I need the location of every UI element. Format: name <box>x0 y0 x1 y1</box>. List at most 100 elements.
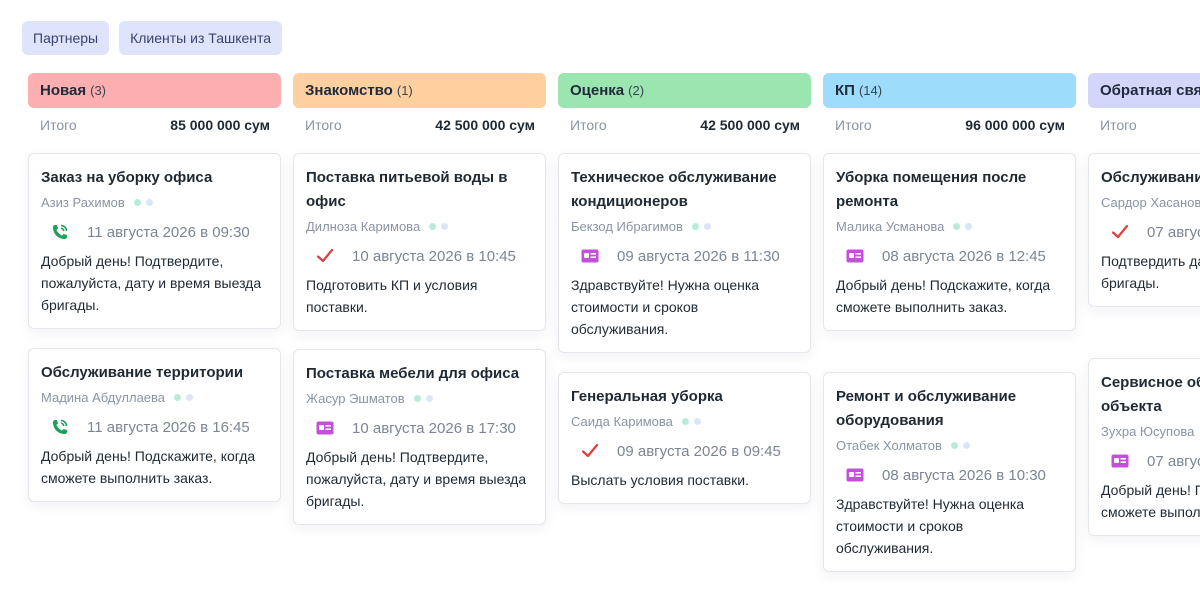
activity-note: Выслать условия поставки. <box>571 472 750 488</box>
column-header[interactable]: Знакомство (1) <box>293 73 546 108</box>
total-label: Итого <box>835 116 872 133</box>
activity-row: 07 августа <box>1101 450 1200 472</box>
contact-name[interactable]: Бекзод Ибрагимов <box>571 219 683 234</box>
activity-date: 09 августа 2026 в 09:45 <box>617 442 781 460</box>
activity-date: 08 августа 2026 в 10:30 <box>882 466 1046 484</box>
contact-row: Дилноза Каримова <box>306 216 533 236</box>
status-dot <box>693 417 701 425</box>
contact-row: Саида Каримова <box>571 411 798 431</box>
status-dot <box>703 222 711 230</box>
filter-bar: Партнеры Клиенты из Ташкента <box>22 21 283 55</box>
contact-name[interactable]: Зухра Юсупова <box>1101 424 1194 439</box>
contact-name[interactable]: Малика Усманова <box>836 219 944 234</box>
total-label: Итого <box>305 116 342 133</box>
column-title: Оценка <box>570 82 625 99</box>
contact-name[interactable]: Мадина Абдуллаева <box>41 390 165 405</box>
contact-row: Малика Усманова <box>836 216 1063 236</box>
deal-card[interactable]: Обслуживание здания Сардор Хасанов 07 авгу… <box>1088 153 1200 307</box>
activity-row: 07 августа <box>1101 221 1200 243</box>
status-dot <box>133 198 141 206</box>
check-icon <box>1110 222 1130 242</box>
deal-title: Техническое обслуживание кондиционеров <box>571 169 777 210</box>
kanban-board: Партнеры Клиенты из Ташкента Новая (3) Ито… <box>0 0 1200 600</box>
filter-chip-tashkent-clients[interactable]: Клиенты из Ташкента <box>119 21 283 55</box>
contact-row: Сардор Хасанов <box>1101 192 1200 212</box>
activity-note: Здравствуйте! Нужна оценка стоимости и с… <box>836 496 1025 556</box>
deal-title: Сервисное обслуживание объекта <box>1101 374 1200 415</box>
activity-note: Добрый день! Подтвердите, пожалуйста, да… <box>306 449 527 509</box>
column-total: Итого 96 000 000 сум <box>823 108 1076 141</box>
column-header[interactable]: Новая (3) <box>28 73 281 108</box>
status-dot <box>441 222 449 230</box>
card-icon <box>845 465 865 485</box>
deal-card[interactable]: Техническое обслуживание кондиционеров Бе… <box>558 153 811 353</box>
status-dot <box>145 198 153 206</box>
contact-name[interactable]: Сардор Хасанов <box>1101 195 1200 210</box>
activity-note: Подготовить КП и условия поставки. <box>306 277 478 315</box>
column-title: Знакомство <box>305 82 393 99</box>
status-dot <box>174 393 182 401</box>
total-value: 85 000 000 сум <box>170 116 270 133</box>
column-count: (14) <box>858 83 883 98</box>
column-total: Итого 42 500 000 сум <box>558 108 811 141</box>
phone-icon <box>50 417 70 437</box>
contact-name[interactable]: Отабек Холматов <box>836 438 942 453</box>
kanban-column: Новая (3) Итого 85 000 000 сум Заказ на убор… <box>28 73 281 502</box>
status-dot <box>413 394 421 402</box>
kanban-column: Знакомство (1) Итого 42 500 000 сум Поставка… <box>293 73 546 525</box>
check-icon <box>315 246 335 266</box>
total-value: 42 500 000 сум <box>700 116 800 133</box>
deal-card[interactable]: Заказ на уборку офиса Азиз Рахимов 11 авгу… <box>28 153 281 329</box>
activity-date: 10 августа 2026 в 17:30 <box>352 419 516 437</box>
status-dot <box>950 441 958 449</box>
contact-row: Азиз Рахимов <box>41 192 268 212</box>
column-header[interactable]: Обратная связь <box>1088 73 1200 108</box>
column-count: (2) <box>628 83 645 98</box>
deal-title: Поставка мебели для офиса <box>306 365 520 382</box>
kanban-column: Обратная связь Итого Обслуживание здания Са… <box>1088 73 1200 536</box>
activity-date: 11 августа 2026 в 09:30 <box>87 223 250 241</box>
activity-date: 07 августа <box>1147 223 1200 241</box>
contact-name[interactable]: Азиз Рахимов <box>41 195 125 210</box>
deal-card[interactable]: Ремонт и обслуживание оборудования Отабек… <box>823 372 1076 572</box>
activity-row: 11 августа 2026 в 09:30 <box>41 221 268 243</box>
column-header[interactable]: КП (14) <box>823 73 1076 108</box>
activity-row: 09 августа 2026 в 09:45 <box>571 440 798 462</box>
contact-row: Отабек Холматов <box>836 435 1063 455</box>
total-label: Итого <box>1100 116 1137 133</box>
contact-name[interactable]: Жасур Эшматов <box>306 391 405 406</box>
column-total: Итого 85 000 000 сум <box>28 108 281 141</box>
column-total: Итого 42 500 000 сум <box>293 108 546 141</box>
deal-card[interactable]: Обслуживание территории Мадина Абдуллаева… <box>28 348 281 502</box>
activity-row: 11 августа 2026 в 16:45 <box>41 416 268 438</box>
column-count: (3) <box>90 83 107 98</box>
column-header[interactable]: Оценка (2) <box>558 73 811 108</box>
kanban-column: Оценка (2) Итого 42 500 000 сум Техническое … <box>558 73 811 504</box>
activity-note: Подтвердить дату выезда бригады. <box>1101 253 1200 291</box>
column-title: Новая <box>40 82 87 99</box>
contact-name[interactable]: Саида Каримова <box>571 414 673 429</box>
deal-card[interactable]: Поставка питьевой воды в офис Дилноза Кар… <box>293 153 546 331</box>
deal-card[interactable]: Поставка мебели для офиса Жасур Эшматов 10… <box>293 349 546 525</box>
check-icon <box>580 441 600 461</box>
deal-title: Генеральная уборка <box>571 388 723 405</box>
activity-date: 10 августа 2026 в 10:45 <box>352 247 516 265</box>
deal-title: Ремонт и обслуживание оборудования <box>836 388 1017 429</box>
activity-note: Добрый день! Подтвердите, пожалуйста, да… <box>41 253 262 313</box>
contact-name[interactable]: Дилноза Каримова <box>306 219 420 234</box>
activity-note: Здравствуйте! Нужна оценка стоимости и с… <box>571 277 760 337</box>
deal-card[interactable]: Уборка помещения после ремонта Малика Усм… <box>823 153 1076 331</box>
column-total: Итого <box>1088 108 1200 141</box>
total-label: Итого <box>40 116 77 133</box>
column-title: Обратная связь <box>1100 82 1200 99</box>
activity-note: Добрый день! Подскажите, когда сможете в… <box>836 277 1051 315</box>
activity-date: 08 августа 2026 в 12:45 <box>882 247 1046 265</box>
status-dot <box>962 441 970 449</box>
deal-card[interactable]: Сервисное обслуживание объекта Зухра Юсуп… <box>1088 358 1200 536</box>
total-value: 42 500 000 сум <box>435 116 535 133</box>
filter-chip-partners[interactable]: Партнеры <box>22 21 110 55</box>
total-value: 96 000 000 сум <box>965 116 1065 133</box>
activity-row: 10 августа 2026 в 17:30 <box>306 417 533 439</box>
deal-card[interactable]: Генеральная уборка Саида Каримова 09 авгус… <box>558 372 811 504</box>
activity-note: Добрый день! Подскажите, когда сможете в… <box>41 448 256 486</box>
